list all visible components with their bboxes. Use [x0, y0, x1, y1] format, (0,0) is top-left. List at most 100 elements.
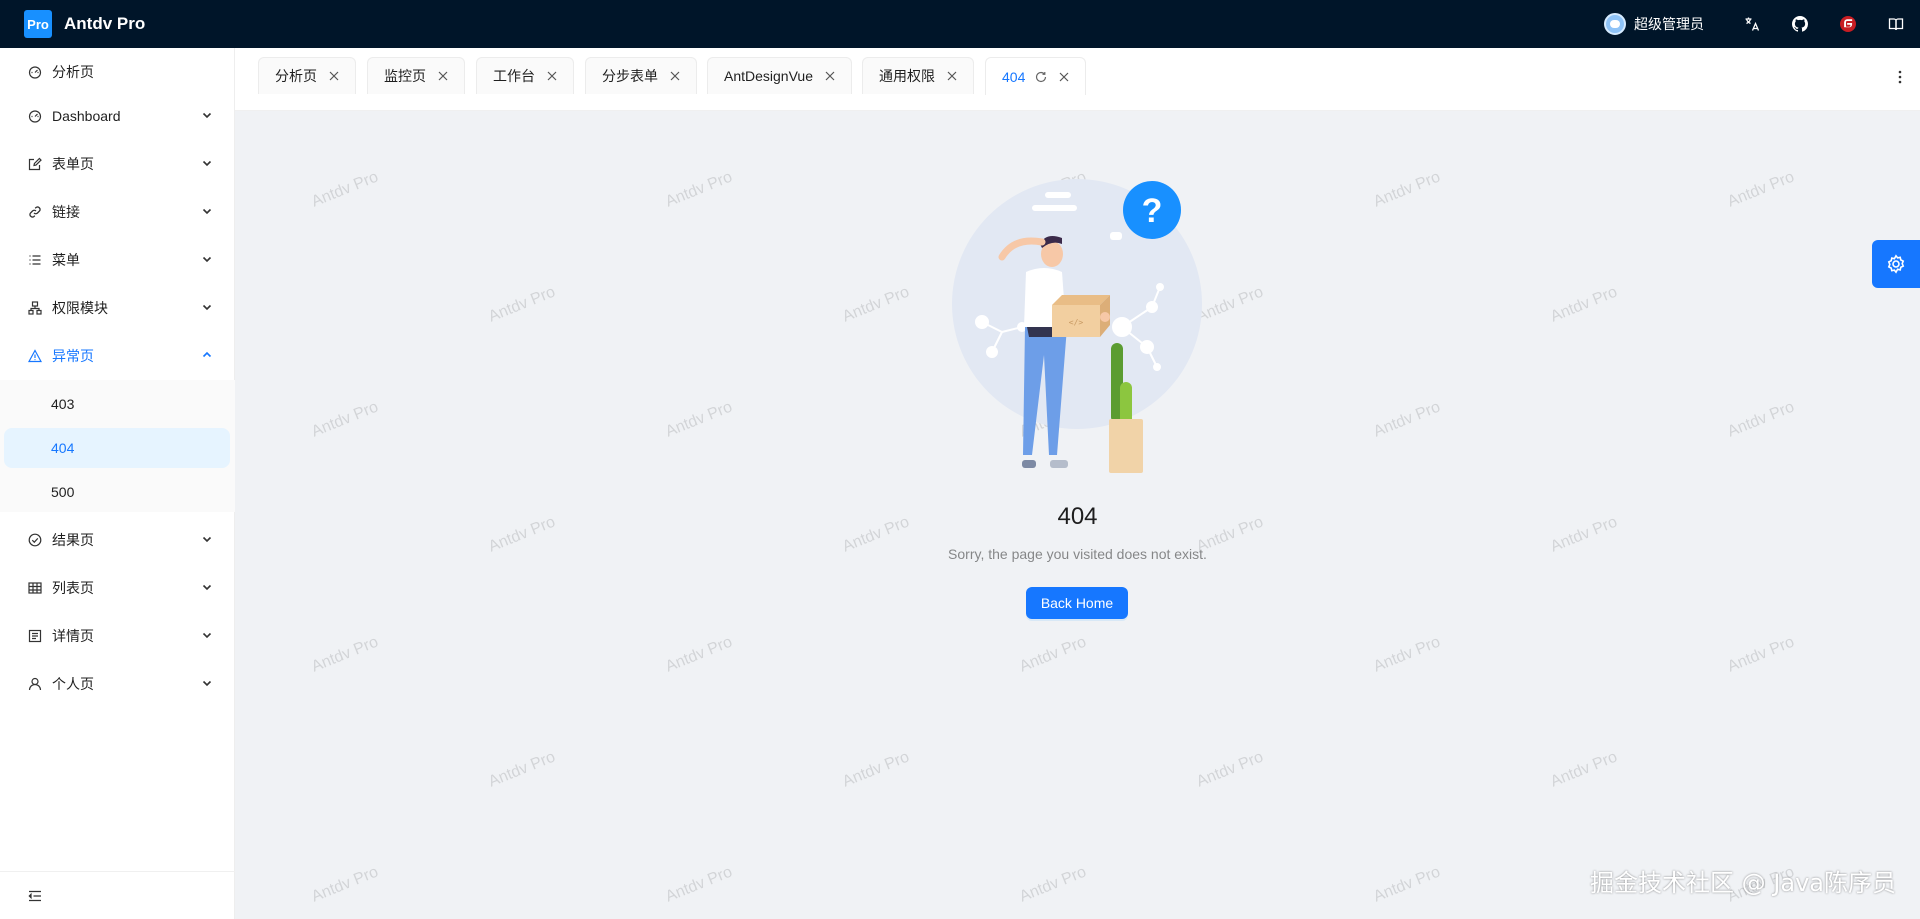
sidebar-item-label: 结果页: [52, 532, 94, 548]
sidebar-item-analysis[interactable]: 分析页: [0, 52, 235, 92]
sidebar-item-dashboard[interactable]: Dashboard: [0, 96, 235, 136]
chevron-up-icon: [202, 351, 212, 358]
sidebar-item-forms[interactable]: 表单页: [0, 144, 235, 184]
watermark-text: Antdv Pro: [486, 748, 558, 791]
sidebar-item-permission[interactable]: 权限模块: [0, 288, 235, 328]
close-icon[interactable]: [825, 71, 835, 81]
close-icon[interactable]: [329, 71, 339, 81]
main-content: Antdv Pro Antdv Pro Antdv Pro Antdv Pro Antd…: [235, 111, 1920, 919]
sidebar-item-exception[interactable]: 异常页: [0, 336, 235, 376]
close-icon[interactable]: [670, 71, 680, 81]
app-title[interactable]: Antdv Pro: [64, 14, 145, 34]
sidebar-item-menu[interactable]: 菜单: [0, 240, 235, 280]
tab-label: 分析页: [275, 68, 317, 84]
gitee-icon[interactable]: [1824, 0, 1872, 48]
tab-workplace[interactable]: 工作台: [476, 57, 574, 94]
avatar[interactable]: [1604, 13, 1626, 35]
tab-label: 监控页: [384, 68, 426, 84]
dashboard-icon: [28, 65, 42, 79]
watermark-text: Antdv Pro: [1017, 863, 1089, 906]
header-right: 超级管理员: [1604, 0, 1920, 48]
watermark-text: Antdv Pro: [309, 863, 381, 906]
sidebar-subitem-403[interactable]: 403: [4, 384, 230, 424]
tab-permission[interactable]: 通用权限: [862, 57, 974, 94]
chevron-down-icon: [202, 112, 212, 119]
sidebar-item-label: Dashboard: [52, 108, 121, 124]
watermark-text: Antdv Pro: [309, 633, 381, 676]
warning-icon: [28, 349, 42, 363]
more-vertical-icon[interactable]: [1898, 70, 1902, 84]
watermark-text: Antdv Pro: [1725, 398, 1797, 441]
table-icon: [28, 581, 42, 595]
sidebar-item-label: 菜单: [52, 252, 80, 268]
watermark-text: Antdv Pro: [1017, 633, 1089, 676]
back-home-button[interactable]: Back Home: [1026, 587, 1128, 619]
sidebar-item-label: 异常页: [52, 348, 94, 364]
chevron-down-icon: [202, 584, 212, 591]
tab-label: 工作台: [493, 68, 535, 84]
tab-label: 分步表单: [602, 68, 658, 84]
settings-drawer-button[interactable]: [1872, 240, 1920, 288]
sidebar-subitem-404[interactable]: 404: [4, 428, 230, 468]
watermark-text: Antdv Pro: [663, 168, 735, 211]
svg-text:</>: </>: [1069, 318, 1084, 327]
sidebar: 分析页 Dashboard 表单页 链接 菜单 权限模块 异常页 403 404…: [0, 48, 235, 919]
tab-antdesignvue[interactable]: AntDesignVue: [707, 57, 852, 94]
close-icon[interactable]: [1059, 72, 1069, 82]
close-icon[interactable]: [438, 71, 448, 81]
sidebar-subitem-500[interactable]: 500: [4, 472, 230, 512]
sidebar-item-label: 表单页: [52, 156, 94, 172]
top-header: Pro Antdv Pro 超级管理员: [0, 0, 1920, 48]
close-icon[interactable]: [947, 71, 957, 81]
watermark-text: Antdv Pro: [1371, 168, 1443, 211]
tab-404[interactable]: 404: [985, 57, 1087, 95]
watermark-text: Antdv Pro: [486, 283, 558, 326]
chevron-down-icon: [202, 208, 212, 215]
tab-label: 404: [1002, 68, 1026, 85]
translate-icon[interactable]: [1728, 0, 1776, 48]
github-icon[interactable]: [1776, 0, 1824, 48]
tab-step-form[interactable]: 分步表单: [585, 57, 697, 94]
multi-tab-bar: 分析页 监控页 工作台 分步表单 AntDesignVue 通用权限 404: [235, 48, 1920, 111]
watermark-text: Antdv Pro: [1548, 748, 1620, 791]
check-circle-icon: [28, 533, 42, 547]
user-icon: [28, 677, 42, 691]
tab-monitor[interactable]: 监控页: [367, 57, 465, 94]
sidebar-item-label: 分析页: [52, 64, 94, 80]
watermark-text: Antdv Pro: [309, 398, 381, 441]
chevron-down-icon: [202, 632, 212, 639]
chevron-down-icon: [202, 680, 212, 687]
error-subtitle: Sorry, the page you visited does not exi…: [948, 546, 1207, 562]
sidebar-collapse-toggle[interactable]: [0, 871, 235, 919]
sidebar-item-account[interactable]: 个人页: [0, 664, 235, 704]
menu-fold-icon: [28, 890, 41, 901]
chevron-down-icon: [202, 304, 212, 311]
sidebar-item-links[interactable]: 链接: [0, 192, 235, 232]
close-icon[interactable]: [547, 71, 557, 81]
profile-icon: [28, 629, 42, 643]
chevron-down-icon: [202, 256, 212, 263]
logo[interactable]: Pro: [24, 10, 52, 38]
cluster-icon: [28, 301, 42, 315]
watermark-text: Antdv Pro: [1725, 633, 1797, 676]
link-icon: [28, 205, 42, 219]
sidebar-item-label: 列表页: [52, 580, 94, 596]
sidebar-item-list[interactable]: 列表页: [0, 568, 235, 608]
form-icon: [28, 157, 42, 171]
watermark-text: Antdv Pro: [1725, 168, 1797, 211]
watermark-text: Antdv Pro: [1371, 633, 1443, 676]
user-name[interactable]: 超级管理员: [1634, 14, 1704, 34]
docs-icon[interactable]: [1872, 0, 1920, 48]
menu-list-icon: [28, 253, 42, 267]
sidebar-item-detail[interactable]: 详情页: [0, 616, 235, 656]
footer-credit: 掘金技术社区 @ Java陈序员: [1590, 869, 1896, 897]
tab-analysis[interactable]: 分析页: [258, 57, 356, 94]
error-title: 404: [1057, 503, 1098, 530]
tab-label: AntDesignVue: [724, 68, 813, 84]
reload-icon[interactable]: [1035, 71, 1047, 83]
svg-text:?: ?: [1142, 192, 1163, 230]
watermark-text: Antdv Pro: [840, 748, 912, 791]
sidebar-item-label: 个人页: [52, 676, 94, 692]
sidebar-item-result[interactable]: 结果页: [0, 520, 235, 560]
chevron-down-icon: [202, 536, 212, 543]
